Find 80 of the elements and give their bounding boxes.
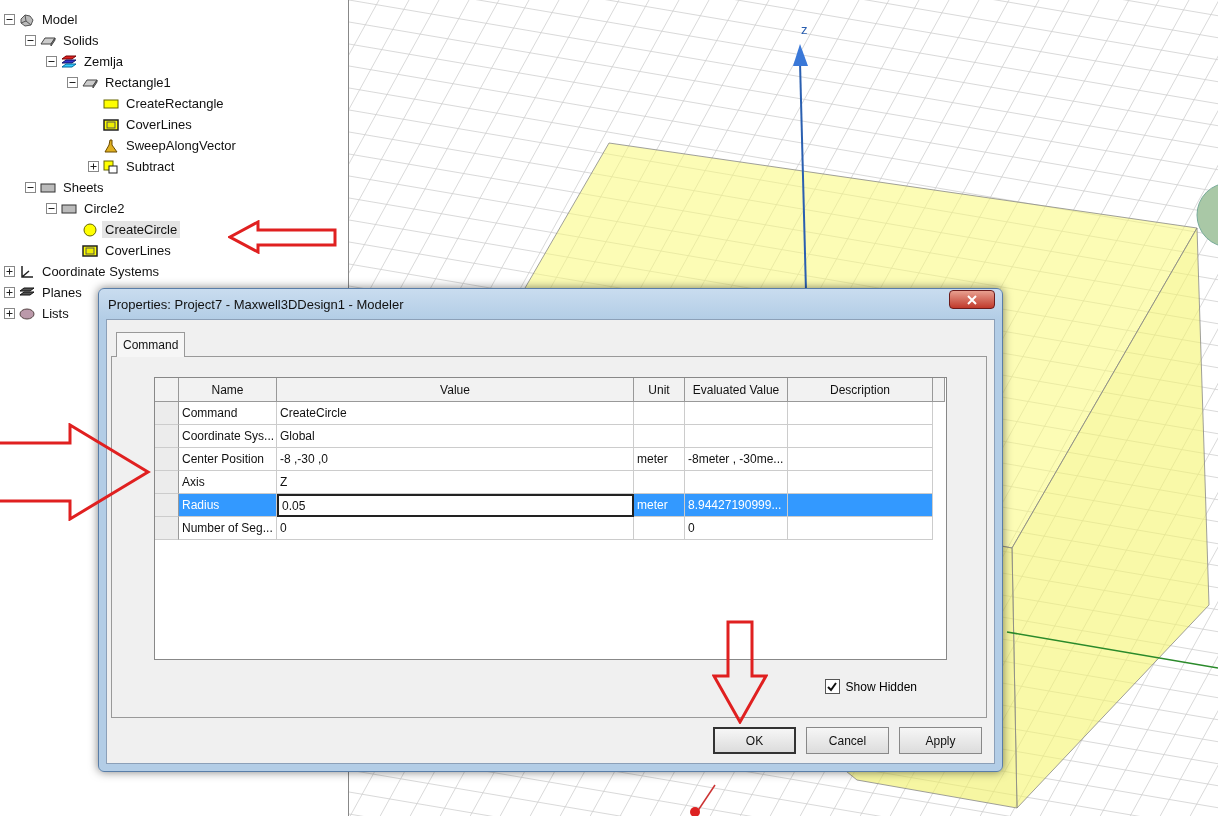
header-corner[interactable] — [155, 378, 179, 402]
table-cell: meter — [634, 494, 685, 517]
table-cell: Number of Seg... — [179, 517, 277, 540]
expand-icon[interactable] — [4, 308, 15, 319]
header-end — [933, 378, 945, 402]
table-cell — [634, 425, 685, 448]
collapse-icon[interactable] — [25, 35, 36, 46]
table-cell — [634, 517, 685, 540]
column-header[interactable]: Description — [788, 378, 933, 402]
tree-item[interactable]: Circle2 — [81, 200, 128, 217]
collapse-icon[interactable] — [4, 14, 15, 25]
rectangle-icon — [103, 96, 119, 111]
close-icon — [966, 294, 978, 305]
window-title: Properties: Project7 - Maxwell3DDesign1 - Modeler — [107, 296, 404, 312]
column-header[interactable]: Value — [277, 378, 634, 402]
table-row[interactable]: Command CreateCircle — [155, 402, 946, 425]
dialog-button[interactable]: Apply — [899, 727, 982, 754]
table-cell: -8 ,-30 ,0 — [277, 448, 634, 471]
sheet-icon — [61, 201, 77, 216]
circle-icon — [82, 222, 98, 237]
collapse-icon[interactable] — [46, 203, 57, 214]
table-cell: 8.94427190999... — [685, 494, 788, 517]
table-row[interactable]: Number of Seg... 0 0 — [155, 517, 946, 540]
column-header[interactable]: Unit — [634, 378, 685, 402]
tree-item[interactable]: Solids — [60, 32, 102, 49]
table-cell: Global — [277, 425, 634, 448]
expand-icon[interactable] — [4, 287, 15, 298]
tree-item[interactable]: Lists — [39, 305, 72, 322]
disk-icon — [19, 306, 35, 321]
table-cell: 0 — [277, 517, 634, 540]
tree-item[interactable]: CreateRectangle — [123, 95, 227, 112]
layers-icon — [61, 54, 77, 69]
table-cell: Command — [179, 402, 277, 425]
expand-icon[interactable] — [4, 266, 15, 277]
tree-item[interactable]: Sheets — [60, 179, 107, 196]
checkbox-label[interactable]: Show Hidden — [845, 679, 917, 694]
x-axis-arrow — [690, 784, 716, 816]
tree-item[interactable]: Subtract — [123, 158, 178, 175]
axes-icon — [19, 264, 35, 279]
tree-item[interactable]: Coordinate Systems — [39, 263, 163, 280]
expand-icon[interactable] — [88, 161, 99, 172]
table-cell — [634, 402, 685, 425]
tree-item[interactable]: Model — [39, 11, 81, 28]
framed-rectangle-icon — [82, 243, 98, 258]
axis-label: z — [801, 22, 808, 37]
checkbox[interactable] — [824, 679, 840, 694]
column-header[interactable]: Name — [179, 378, 277, 402]
table-cell: CreateCircle — [277, 402, 634, 425]
tree-item[interactable]: SweepAlongVector — [123, 137, 239, 154]
parts-icon — [19, 12, 35, 27]
tree-item[interactable]: CoverLines — [102, 242, 174, 259]
tree-item[interactable]: Planes — [39, 284, 85, 301]
collapse-icon[interactable] — [25, 182, 36, 193]
tree-item[interactable]: Rectangle1 — [102, 74, 174, 91]
collapse-icon[interactable] — [67, 77, 78, 88]
table-cell: -8meter , -30me... — [685, 448, 788, 471]
down-arrow-icon — [712, 620, 768, 724]
table-cell: Radius — [179, 494, 277, 517]
tree-item[interactable]: Zemlja — [81, 53, 126, 70]
close-button[interactable] — [949, 290, 995, 309]
broom-icon — [103, 138, 119, 153]
framed-rectangle-icon — [103, 117, 119, 132]
sheet-icon — [40, 180, 56, 195]
dialog-button[interactable]: Cancel — [806, 727, 889, 754]
value-field[interactable]: 0.05 — [277, 494, 634, 517]
tree-item[interactable]: CreateCircle — [102, 221, 181, 238]
table-cell: Center Position — [179, 448, 277, 471]
table-row[interactable]: Radius 0.05 meter 8.94427190999... — [155, 494, 946, 517]
column-header[interactable]: Evaluated Value — [685, 378, 788, 402]
left-arrow-icon — [228, 220, 338, 254]
collapse-icon[interactable] — [46, 56, 57, 67]
table-row[interactable]: Coordinate Sys... Global — [155, 425, 946, 448]
table-cell: meter — [634, 448, 685, 471]
table-cell: 0 — [685, 517, 788, 540]
tab[interactable]: Command — [116, 332, 186, 357]
dialog-button[interactable]: OK — [713, 727, 796, 754]
squares-icon — [103, 159, 119, 174]
tree-item[interactable]: CoverLines — [123, 116, 195, 133]
table-cell: Coordinate Sys... — [179, 425, 277, 448]
table-row[interactable]: Center Position -8 ,-30 ,0 meter -8meter , -30me... — [155, 448, 946, 471]
